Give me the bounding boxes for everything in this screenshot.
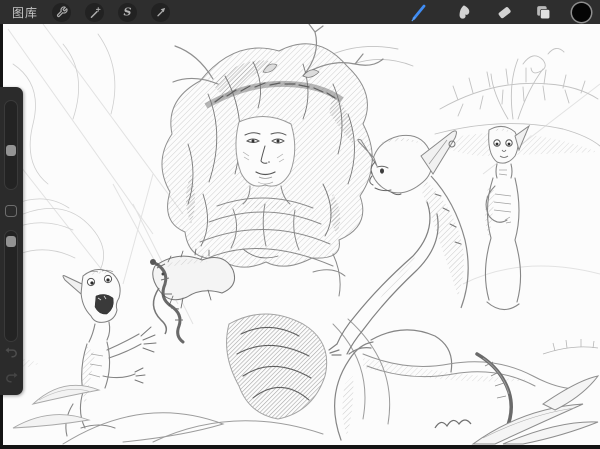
modify-button[interactable]	[5, 205, 17, 217]
undo-button[interactable]	[4, 345, 19, 360]
selection-s-icon: S	[124, 6, 132, 17]
paint-brush-button[interactable]	[408, 1, 430, 23]
smudge-button[interactable]	[454, 1, 476, 23]
color-swatch-button[interactable]	[572, 3, 591, 22]
eraser-icon	[495, 3, 514, 22]
transform-arrow-icon	[155, 6, 167, 18]
magic-wand-icon	[88, 6, 101, 19]
gallery-button[interactable]: 图库	[12, 4, 38, 21]
adjustments-button[interactable]	[85, 3, 104, 22]
smudge-finger-icon	[456, 3, 475, 22]
canvas-artwork	[3, 24, 600, 445]
redo-arrow-icon	[4, 370, 19, 385]
actions-button[interactable]	[52, 3, 71, 22]
top-toolbar: 图库 S	[0, 0, 600, 24]
brush-size-handle[interactable]	[6, 145, 16, 156]
layers-button[interactable]	[532, 1, 554, 23]
opacity-handle[interactable]	[6, 236, 16, 247]
paint-tools-group	[408, 1, 600, 23]
brush-sidebar	[0, 87, 23, 395]
transform-button[interactable]	[151, 3, 170, 22]
eraser-button[interactable]	[493, 1, 515, 23]
brush-size-slider[interactable]	[4, 100, 18, 190]
paint-brush-icon	[408, 1, 430, 23]
undo-arrow-icon	[4, 345, 19, 360]
redo-button[interactable]	[4, 370, 19, 385]
procreate-window: 图库 S	[0, 0, 600, 449]
layers-icon	[534, 3, 553, 22]
selection-button[interactable]: S	[118, 3, 137, 22]
opacity-slider[interactable]	[4, 230, 18, 342]
drawing-canvas[interactable]	[3, 24, 600, 445]
wrench-icon	[56, 6, 68, 18]
